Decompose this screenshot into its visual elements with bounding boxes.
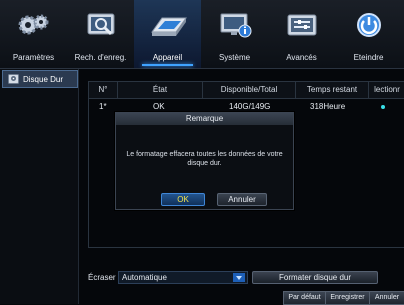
overwrite-label: Écraser xyxy=(88,273,116,282)
cancel-button[interactable]: Annuler xyxy=(369,291,404,305)
dialog-cancel-button[interactable]: Annuler xyxy=(217,193,267,206)
nav-eteindre[interactable]: Eteindre xyxy=(335,0,402,68)
sidebar-item-disque-dur[interactable]: Disque Dur xyxy=(2,70,78,88)
chevron-down-icon[interactable] xyxy=(233,273,245,282)
nav-appareil[interactable]: Appareil xyxy=(134,0,201,68)
table-header: N° État Disponible/Total Temps restant l… xyxy=(89,82,404,99)
hard-disk-icon xyxy=(150,17,187,36)
nav-avances[interactable]: Avancés xyxy=(268,0,335,68)
header-state: État xyxy=(118,82,203,98)
top-navigation: Paramètres Rech. d'enreg. Appareil Systè… xyxy=(0,0,404,69)
header-selection: lectionr xyxy=(374,85,400,94)
nav-recherche[interactable]: Rech. d'enreg. xyxy=(67,0,134,68)
cell-no: 1* xyxy=(99,102,107,111)
header-remaining: Temps restant xyxy=(296,82,369,98)
dialog-title: Remarque xyxy=(116,113,293,125)
gears-icon xyxy=(18,14,48,35)
nav-label: Eteindre xyxy=(353,53,384,62)
power-icon xyxy=(356,13,381,37)
overwrite-value: Automatique xyxy=(122,273,167,282)
header-capacity: Disponible/Total xyxy=(203,82,296,98)
default-button[interactable]: Par défaut xyxy=(283,291,326,305)
header-no: N° xyxy=(89,82,118,98)
active-indicator xyxy=(142,64,193,66)
nav-label: Appareil xyxy=(152,53,183,62)
nav-parametres[interactable]: Paramètres xyxy=(0,0,67,68)
nav-systeme[interactable]: Système xyxy=(201,0,268,68)
save-button[interactable]: Enregistrer xyxy=(325,291,370,305)
nav-label: Paramètres xyxy=(12,53,55,62)
hard-disk-small-icon xyxy=(8,74,19,84)
search-video-icon xyxy=(87,13,114,36)
ok-button[interactable]: OK xyxy=(161,193,205,206)
selection-indicator[interactable] xyxy=(381,105,385,109)
sidebar: Disque Dur xyxy=(0,69,79,304)
monitor-info-icon xyxy=(220,13,251,38)
dialog-message: Le formatage effacera toutes les données… xyxy=(126,151,283,167)
cell-remaining: 318Heure xyxy=(310,102,346,111)
confirm-dialog: Remarque Le formatage effacera toutes le… xyxy=(115,112,294,210)
sidebar-item-label: Disque Dur xyxy=(23,74,64,84)
format-disk-button[interactable]: Formater disque dur xyxy=(252,271,378,284)
overwrite-select[interactable]: Automatique xyxy=(118,271,248,284)
advanced-icon xyxy=(287,14,316,36)
nav-label: Système xyxy=(218,53,251,62)
nav-label: Avancés xyxy=(286,53,317,62)
nav-label: Rech. d'enreg. xyxy=(74,53,127,62)
